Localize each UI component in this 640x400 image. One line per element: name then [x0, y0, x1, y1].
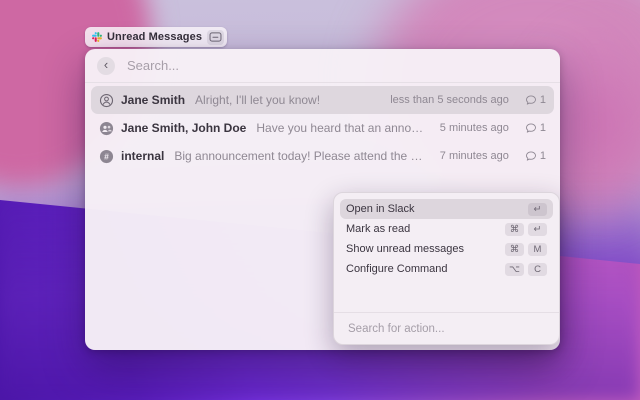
- shortcut-keys: ↵: [528, 203, 547, 216]
- action-label: Mark as read: [346, 223, 505, 235]
- message-title: internal: [121, 149, 164, 163]
- svg-text:#: #: [104, 151, 109, 161]
- keycap: ↵: [528, 203, 547, 216]
- message-preview: Alright, I'll let you know!: [195, 93, 320, 107]
- slack-logo-icon: [92, 32, 102, 42]
- message-row[interactable]: # internal Big announcement today! Pleas…: [91, 142, 554, 170]
- message-preview: Have you heard that an announcement is c…: [256, 121, 425, 135]
- speech-bubble-icon: [525, 94, 537, 106]
- speech-bubble-icon: [525, 122, 537, 134]
- hash-circle-icon: #: [99, 149, 114, 164]
- message-list: Jane Smith Alright, I'll let you know! l…: [85, 83, 560, 173]
- desktop: Unread Messages ‹ Jane Smith A: [0, 0, 640, 400]
- message-title: Jane Smith, John Doe: [121, 121, 246, 135]
- action-label: Configure Command: [346, 263, 505, 275]
- message-timestamp: less than 5 seconds ago: [390, 94, 509, 106]
- command-pill-title: Unread Messages: [107, 31, 202, 43]
- action-search-input[interactable]: [346, 322, 547, 336]
- search-input[interactable]: [125, 57, 548, 74]
- keycap: ⌥: [505, 263, 524, 276]
- action-item[interactable]: Show unread messages ⌘M: [340, 239, 553, 259]
- shortcut-keys: ⌘↵: [505, 223, 547, 236]
- action-item[interactable]: Open in Slack ↵: [340, 199, 553, 219]
- search-bar: ‹: [85, 49, 560, 83]
- keycap: M: [528, 243, 547, 256]
- back-button[interactable]: ‹: [97, 57, 115, 75]
- action-list: Open in Slack ↵ Mark as read ⌘↵ Show unr…: [334, 193, 559, 285]
- shortcut-keys: ⌘M: [505, 243, 547, 256]
- message-timestamp: 7 minutes ago: [440, 150, 509, 162]
- shortcut-keys: ⌥C: [505, 263, 547, 276]
- action-item[interactable]: Configure Command ⌥C: [340, 259, 553, 279]
- action-label: Open in Slack: [346, 203, 528, 215]
- command-pill[interactable]: Unread Messages: [85, 27, 227, 47]
- unread-count: 1: [540, 94, 546, 106]
- people-circle-icon: [99, 121, 114, 136]
- action-panel: Open in Slack ↵ Mark as read ⌘↵ Show unr…: [333, 192, 560, 345]
- message-timestamp: 5 minutes ago: [440, 122, 509, 134]
- keycap: C: [528, 263, 547, 276]
- message-title: Jane Smith: [121, 93, 185, 107]
- action-item[interactable]: Mark as read ⌘↵: [340, 219, 553, 239]
- unread-count-group: 1: [525, 122, 546, 134]
- keycap: ⌘: [505, 223, 524, 236]
- person-circle-icon: [99, 93, 114, 108]
- unread-count: 1: [540, 150, 546, 162]
- message-row[interactable]: Jane Smith Alright, I'll let you know! l…: [91, 86, 554, 114]
- message-preview: Big announcement today! Please attend th…: [174, 149, 425, 163]
- unread-count-group: 1: [525, 94, 546, 106]
- speech-bubble-icon: [525, 150, 537, 162]
- action-label: Show unread messages: [346, 243, 505, 255]
- keycap: ↵: [528, 223, 547, 236]
- unread-count: 1: [540, 122, 546, 134]
- chevron-left-icon: ‹: [104, 58, 108, 71]
- enter-key-icon: [207, 30, 224, 45]
- action-panel-footer: [334, 312, 559, 344]
- unread-count-group: 1: [525, 150, 546, 162]
- message-row[interactable]: Jane Smith, John Doe Have you heard that…: [91, 114, 554, 142]
- keycap: ⌘: [505, 243, 524, 256]
